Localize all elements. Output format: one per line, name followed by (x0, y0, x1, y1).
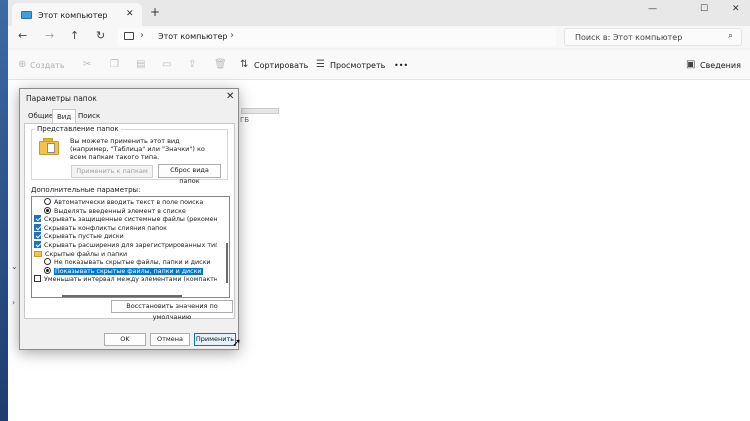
radio-unselected[interactable] (44, 258, 51, 266)
checkbox-checked[interactable] (34, 215, 41, 223)
minimize-button[interactable]: — (648, 4, 657, 14)
tab-title: Этот компьютер (38, 11, 108, 20)
settings-row-label: Выделять введенный элемент в списке (54, 207, 186, 215)
chevron-right-icon: › (140, 30, 144, 41)
settings-row-label: Автоматически вводить текст в поле поиск… (54, 199, 204, 206)
details-button[interactable]: Сведения (700, 61, 741, 70)
new-tab-button[interactable]: + (150, 5, 160, 19)
refresh-button[interactable]: ↻ (96, 29, 105, 42)
chevron-right-icon[interactable]: › (230, 30, 234, 41)
more-options-button[interactable]: ••• (394, 61, 408, 70)
view-button[interactable]: Просмотреть (330, 61, 385, 70)
dialog-close-button[interactable]: ✕ (226, 91, 234, 102)
address-bar[interactable]: › Этот компьютер › (118, 28, 556, 46)
ok-button[interactable]: OK (104, 333, 146, 346)
chevron-down-icon[interactable]: ⌄ (11, 262, 18, 271)
apply-button[interactable]: Применить (194, 333, 236, 346)
radio-unselected[interactable] (44, 198, 51, 205)
delete-icon[interactable]: 🗑 (214, 59, 227, 70)
advanced-settings-label: Дополнительные параметры: (31, 186, 141, 194)
settings-row-label: Скрывать конфликты слияния папок (44, 224, 167, 232)
restore-defaults-button[interactable]: Восстановить значения по умолчанию (111, 300, 233, 321)
scrollbar-thumb[interactable] (226, 243, 228, 283)
settings-row-label: Скрывать расширения для зарегистрированн… (44, 242, 217, 249)
folder-views-description: Вы можете применить этот вид (например, … (70, 137, 205, 161)
copy-icon[interactable]: ❐ (110, 59, 119, 70)
view-tab-panel: Вы можете применить этот вид (например, … (24, 123, 235, 321)
checkbox-checked[interactable] (34, 241, 41, 248)
settings-row[interactable]: Уменьшать интервал между элементами (ком… (32, 275, 217, 284)
sort-button[interactable]: Сортировать (254, 61, 308, 70)
monitor-icon (21, 11, 32, 19)
reset-folders-button[interactable]: Сброс вида папок (158, 164, 221, 185)
settings-row-label: Уменьшать интервал между элементами (ком… (44, 276, 217, 284)
settings-row-label: Не показывать скрытые файлы, папки и дис… (54, 259, 211, 267)
tab-view[interactable]: Вид (52, 109, 77, 123)
cut-icon[interactable]: ✂ (83, 59, 91, 70)
drive-usage-bar (241, 108, 279, 114)
folder-views-title: Представление папок (35, 125, 121, 133)
settings-row-label: Скрывать пустые диски (44, 233, 124, 241)
settings-row-label: Скрывать защищенные системные файлы (рек… (44, 216, 217, 224)
cancel-button[interactable]: Отмена (150, 333, 190, 346)
settings-row-label: Показывать скрытые файлы, папки и диски (54, 267, 203, 275)
checkbox-unchecked[interactable] (34, 275, 41, 283)
checkbox-checked[interactable] (34, 223, 41, 231)
dialog-title: Параметры папок (26, 94, 97, 103)
address-text: Этот компьютер (158, 32, 228, 41)
back-button[interactable]: ← (18, 29, 27, 42)
checkbox-checked[interactable] (34, 232, 41, 240)
advanced-settings-list[interactable]: Автоматически вводить текст в поле поиск… (31, 196, 230, 298)
tab-strip: Этот компьютер ✕ + — ☐ ✕ (8, 0, 750, 26)
tab-search[interactable]: Поиск (74, 109, 104, 123)
search-icon: ⌕ (728, 31, 734, 41)
share-icon[interactable]: ⇪ (188, 59, 196, 70)
mouse-cursor: ➚ (232, 336, 242, 349)
plus-circle-icon: ⊕ (18, 59, 27, 70)
view-icon: ☰ (316, 59, 325, 70)
maximize-button[interactable]: ☐ (700, 4, 708, 14)
computer-icon (124, 32, 134, 40)
folder-icon (34, 250, 42, 257)
tab-close-icon[interactable]: ✕ (126, 9, 134, 19)
close-window-button[interactable]: ✕ (732, 4, 740, 14)
details-pane-icon: ▣ (686, 59, 696, 70)
search-placeholder: Поиск в: Этот компьютер (575, 33, 683, 42)
radio-selected[interactable] (44, 206, 51, 214)
rename-icon[interactable]: ▭ (162, 59, 171, 70)
chevron-right-icon[interactable]: › (12, 298, 15, 307)
up-button[interactable]: ↑ (70, 29, 79, 42)
forward-button[interactable]: → (45, 29, 54, 42)
paste-icon[interactable]: ▤ (136, 59, 145, 70)
radio-selected[interactable] (44, 266, 51, 274)
sort-icon: ⇅ (240, 59, 249, 70)
document-icon (47, 143, 55, 153)
apply-to-folders-button[interactable]: Применить к папкам (71, 165, 153, 178)
create-button[interactable]: Создать (30, 61, 65, 70)
tab-this-pc[interactable]: Этот компьютер ✕ (12, 3, 142, 26)
horizontal-scrollbar-thumb[interactable] (62, 295, 182, 297)
drive-size-text: ГБ (240, 116, 250, 124)
settings-row-label: Скрытые файлы и папки (45, 250, 128, 258)
folder-options-dialog: Параметры папок ✕ Общие Вид Поиск Вы мож… (19, 88, 239, 350)
search-input[interactable]: Поиск в: Этот компьютер ⌕ (564, 28, 742, 46)
